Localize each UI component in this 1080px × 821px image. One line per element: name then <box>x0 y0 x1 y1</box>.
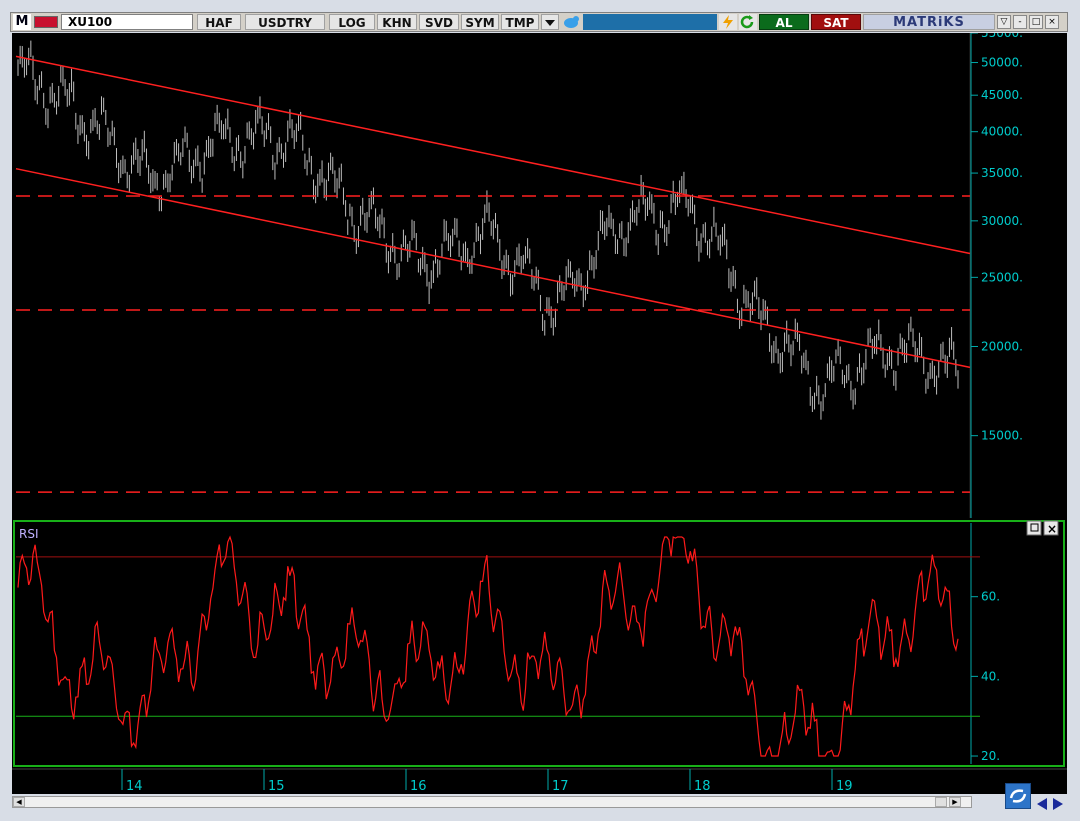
scroll-right-icon[interactable]: ▶ <box>949 797 961 807</box>
price-tick-label: 20000. <box>981 340 1023 354</box>
rsi-levels <box>16 556 980 717</box>
btn-haf[interactable]: HAF <box>197 14 241 30</box>
price-tick-label: 45000. <box>981 88 1023 102</box>
rsi-panel-frame <box>13 520 1065 767</box>
btn-tmp[interactable]: TMP <box>501 14 539 30</box>
news-ticker[interactable] <box>583 14 717 30</box>
price-tick-label: 15000. <box>981 429 1023 443</box>
symbol-input[interactable]: XU100 <box>61 14 193 30</box>
btn-usdtry[interactable]: USDTRY <box>245 14 325 30</box>
rsi-title: RSI <box>19 527 39 541</box>
rsi-maximize-icon[interactable] <box>1026 520 1042 536</box>
scroll-left-icon[interactable]: ◀ <box>13 797 25 807</box>
refresh-icon[interactable] <box>739 14 757 30</box>
nav-left-icon[interactable] <box>1035 796 1049 810</box>
time-axis: 14 15 16 17 18 19 <box>12 768 1067 794</box>
rsi-tick-label: 40. <box>981 669 1000 683</box>
sell-button[interactable]: SAT <box>811 14 861 30</box>
time-tick-label: 15 <box>268 779 285 794</box>
horizontal-scrollbar[interactable]: ◀ ▶ <box>12 796 972 808</box>
price-tick-label: 25000. <box>981 270 1023 284</box>
rsi-line <box>17 535 959 757</box>
rsi-close-glyph: × <box>1047 522 1057 536</box>
scroll-thumb[interactable] <box>935 797 947 807</box>
navigation-cluster <box>1005 782 1069 812</box>
time-tick-label: 19 <box>836 779 853 794</box>
nav-right-icon[interactable] <box>1051 796 1065 810</box>
price-tick-label: 55000. <box>981 33 1023 40</box>
rsi-tick-label: 20. <box>981 749 1000 763</box>
price-tick-label: 35000. <box>981 166 1023 180</box>
buy-button[interactable]: AL <box>759 14 809 30</box>
horizontal-levels <box>16 195 970 493</box>
price-axis: 55000. 50000. 45000. 40000. 35000. 30000. 2500… <box>971 33 1023 443</box>
price-tick-label: 30000. <box>981 214 1023 228</box>
btn-khn[interactable]: KHN <box>377 14 417 30</box>
price-bars <box>17 40 959 420</box>
trendline <box>15 167 971 369</box>
time-tick-label: 17 <box>552 779 569 794</box>
time-axis-canvas: 14 15 16 17 18 19 <box>12 768 1067 794</box>
time-tick-label: 18 <box>694 779 711 794</box>
app-window: M XU100 HAF USDTRY LOG KHN SVD SYM TMP A… <box>0 0 1080 821</box>
twitter-icon[interactable] <box>561 14 581 30</box>
sync-icon[interactable] <box>1005 783 1031 809</box>
flag-icon[interactable] <box>34 16 58 28</box>
btn-svd[interactable]: SVD <box>419 14 459 30</box>
price-tick-label: 50000. <box>981 56 1023 70</box>
chart-panel[interactable]: 55000. 50000. 45000. 40000. 35000. 30000. 2500… <box>12 33 1067 768</box>
trendlines <box>15 55 971 369</box>
chevron-down-icon[interactable] <box>541 14 559 30</box>
rsi-axis: 60. 40. 20. <box>971 590 1000 763</box>
app-logo[interactable]: M <box>13 14 31 30</box>
time-tick-label: 16 <box>410 779 427 794</box>
dropdown-icon[interactable]: ▽ <box>997 15 1011 29</box>
btn-sym[interactable]: SYM <box>461 14 499 30</box>
time-tick-label: 14 <box>126 779 143 794</box>
maximize-icon[interactable]: □ <box>1029 15 1043 29</box>
rsi-tick-label: 60. <box>981 590 1000 604</box>
brand-logo: MATRiKS <box>863 14 995 30</box>
close-icon[interactable]: × <box>1045 15 1059 29</box>
chart-toolbar: M XU100 HAF USDTRY LOG KHN SVD SYM TMP A… <box>10 12 1068 32</box>
btn-log[interactable]: LOG <box>329 14 375 30</box>
chart-canvas[interactable]: 55000. 50000. 45000. 40000. 35000. 30000. 2500… <box>12 33 1067 768</box>
price-tick-label: 40000. <box>981 125 1023 139</box>
lightning-icon[interactable] <box>719 14 737 30</box>
minimize-icon[interactable]: - <box>1013 15 1027 29</box>
